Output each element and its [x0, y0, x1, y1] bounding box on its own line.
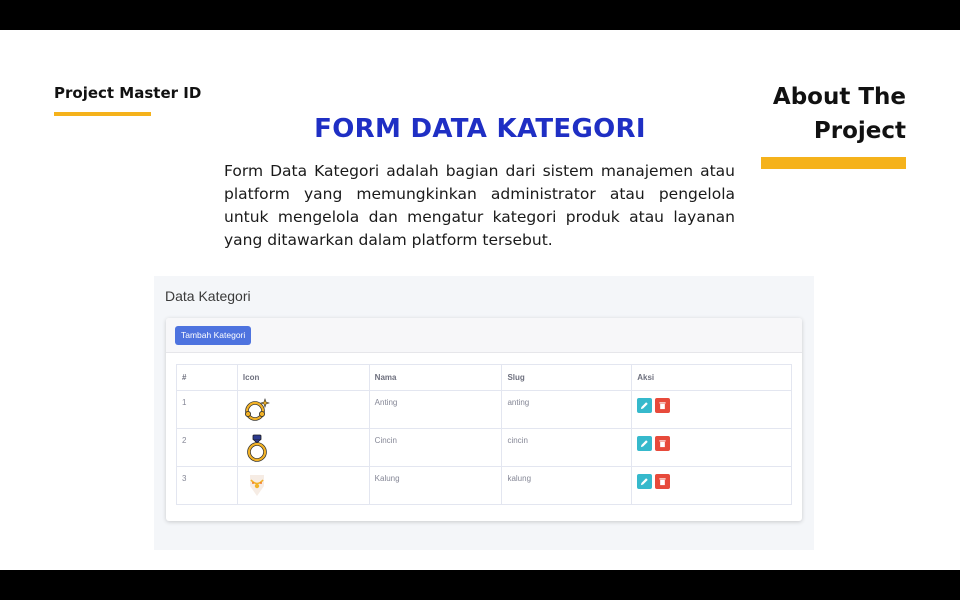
edit-button[interactable] [637, 398, 653, 413]
category-card: Tambah Kategori # Icon Nama Slug Aksi 1 [166, 318, 802, 521]
delete-button[interactable] [655, 398, 671, 413]
row-nama: Cincin [368, 428, 503, 467]
delete-button[interactable] [655, 436, 671, 451]
table-header-row: # Icon Nama Slug Aksi [176, 364, 792, 391]
category-table: # Icon Nama Slug Aksi 1 Anting anting 2 … [176, 364, 792, 505]
table-row: 3 Kalung kalung [176, 466, 792, 505]
slide-description: Form Data Kategori adalah bagian dari si… [224, 162, 735, 249]
table-row: 2 Cincin cincin [176, 428, 792, 467]
edit-button[interactable] [637, 474, 653, 489]
ring-icon [247, 434, 267, 462]
column-header-number: # [176, 364, 238, 391]
row-slug: anting [501, 390, 633, 429]
row-slug: kalung [501, 466, 633, 505]
necklace-icon [249, 475, 264, 496]
column-header-nama: Nama [368, 364, 503, 391]
about-underline [761, 157, 906, 169]
table-row: 1 Anting anting [176, 390, 792, 429]
about-heading: About The Project [726, 80, 906, 148]
row-actions [637, 474, 671, 489]
slide-title: FORM DATA KATEGORI [314, 114, 646, 144]
trash-icon [659, 402, 666, 410]
trash-icon [659, 440, 666, 448]
card-header: Tambah Kategori [166, 318, 802, 353]
brand-name: Project Master ID [54, 84, 202, 102]
row-number: 2 [176, 428, 238, 467]
brand-underline [54, 112, 151, 116]
trash-icon [659, 478, 666, 486]
row-actions [637, 398, 671, 413]
row-nama: Anting [368, 390, 503, 429]
pencil-icon [641, 402, 648, 410]
pencil-icon [641, 440, 648, 448]
column-header-icon: Icon [236, 364, 370, 391]
add-category-button[interactable]: Tambah Kategori [175, 326, 252, 345]
about-line-1: About The [772, 84, 906, 110]
row-number: 1 [176, 390, 238, 429]
edit-button[interactable] [637, 436, 653, 451]
row-actions [637, 436, 671, 451]
slide: Project Master ID About The Project FORM… [0, 30, 960, 570]
row-slug: cincin [501, 428, 633, 467]
app-screenshot: Data Kategori Tambah Kategori # Icon Nam… [154, 276, 814, 550]
pencil-icon [641, 478, 648, 486]
column-header-slug: Slug [501, 364, 633, 391]
earring-icon [244, 398, 270, 421]
delete-button[interactable] [655, 474, 671, 489]
row-number: 3 [176, 466, 238, 505]
column-header-aksi: Aksi [631, 364, 792, 391]
about-line-2: Project [813, 118, 906, 144]
page-title: Data Kategori [165, 288, 251, 304]
row-nama: Kalung [368, 466, 503, 505]
